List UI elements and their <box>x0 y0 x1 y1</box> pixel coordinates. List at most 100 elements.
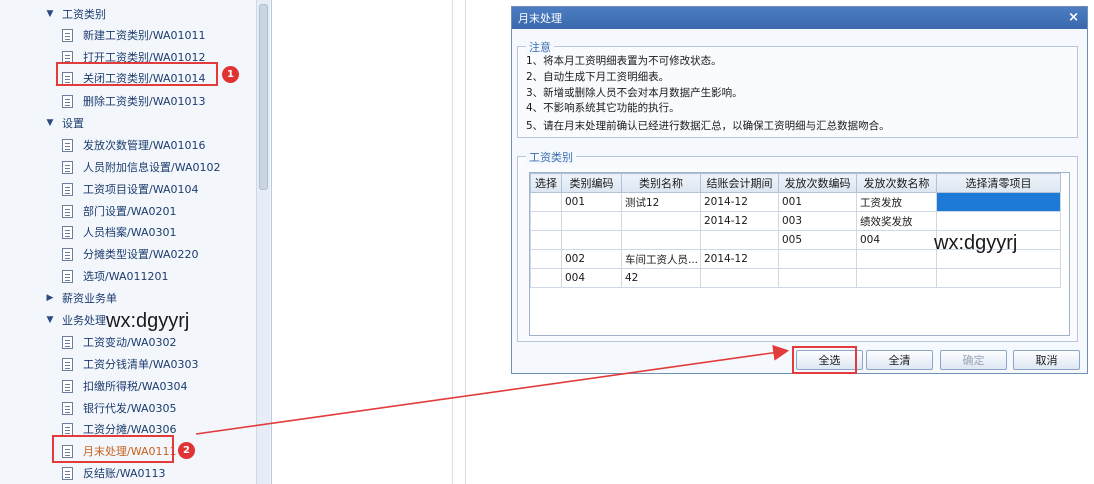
column-header[interactable]: 类别编码 <box>561 173 622 193</box>
document-icon <box>62 204 73 218</box>
tree-scrollbar[interactable] <box>256 0 270 484</box>
dialog-title: 月末处理 <box>518 12 562 25</box>
cancel-button[interactable]: 取消 <box>1013 350 1080 370</box>
column-header[interactable]: 结账会计期间 <box>700 173 779 193</box>
column-header[interactable]: 类别名称 <box>621 173 701 193</box>
close-icon[interactable]: × <box>1068 10 1079 25</box>
tree-item-new-category[interactable]: 新建工资类别/WA01011 <box>62 25 206 45</box>
tree-group-settings[interactable]: ▼ 设置 <box>44 113 84 133</box>
annotation-box-month-end <box>52 435 174 463</box>
document-icon <box>62 357 73 371</box>
select-cell[interactable] <box>530 230 562 250</box>
table-cell <box>700 268 779 288</box>
table-row[interactable]: 004 42 <box>530 268 1061 288</box>
table-cell <box>856 268 937 288</box>
table-cell: 42 <box>621 268 701 288</box>
table-cell <box>561 230 622 250</box>
tree-item-salary-money-list[interactable]: 工资分钱清单/WA0303 <box>62 354 199 374</box>
document-icon <box>62 269 73 283</box>
table-cell: 001 <box>561 192 622 212</box>
tree-group-salary-category[interactable]: ▼ 工资类别 <box>44 4 106 24</box>
table-cell: 002 <box>561 249 622 269</box>
annotation-badge-1: 1 <box>222 66 239 83</box>
document-icon <box>62 28 73 42</box>
table-cell: 测试12 <box>621 192 701 212</box>
column-header[interactable]: 发放次数名称 <box>856 173 937 193</box>
table-cell: 车间工资人员... <box>621 249 701 269</box>
tree-group-business[interactable]: ▼ 业务处理 <box>44 310 106 330</box>
pane-divider <box>465 0 466 484</box>
tree-item-delete-category[interactable]: 删除工资类别/WA01013 <box>62 91 206 111</box>
tree-item-income-tax[interactable]: 扣缴所得税/WA0304 <box>62 376 188 396</box>
table-cell: 004 <box>856 230 937 250</box>
note-line: 1、将本月工资明细表置为不可修改状态。 <box>526 55 722 67</box>
column-header[interactable]: 选择清零项目 <box>936 173 1061 193</box>
note-line: 4、不影响系统其它功能的执行。 <box>526 102 680 114</box>
category-legend: 工资类别 <box>526 149 576 165</box>
ok-button: 确定 <box>940 350 1007 370</box>
column-header[interactable]: 发放次数编码 <box>778 173 857 193</box>
tree-item-salary-change[interactable]: 工资变动/WA0302 <box>62 332 177 352</box>
annotation-box-select-all <box>792 346 857 374</box>
chevron-down-icon: ▼ <box>46 118 54 128</box>
dialog-title-bar[interactable]: 月末处理 <box>512 7 1087 29</box>
tree-item-department[interactable]: 部门设置/WA0201 <box>62 201 177 221</box>
tree-item-payment-times[interactable]: 发放次数管理/WA01016 <box>62 135 206 155</box>
tree-item-allocation-type[interactable]: 分摊类型设置/WA0220 <box>62 244 199 264</box>
annotation-badge-2: 2 <box>178 442 195 459</box>
document-icon <box>62 401 73 415</box>
document-icon <box>62 335 73 349</box>
document-icon <box>62 422 73 436</box>
clear-item-cell[interactable] <box>936 268 1061 288</box>
table-cell <box>621 211 701 231</box>
tree-item-person-archive[interactable]: 人员档案/WA0301 <box>62 222 177 242</box>
scrollbar-thumb[interactable] <box>259 4 268 190</box>
tree-item-options[interactable]: 选项/WA011201 <box>62 266 169 286</box>
clear-item-cell[interactable] <box>936 211 1061 231</box>
pane-divider <box>452 0 453 484</box>
table-cell <box>778 249 857 269</box>
table-row[interactable]: 001 测试12 2014-12 001 工资发放 <box>530 192 1061 212</box>
tree-item-person-extra-info[interactable]: 人员附加信息设置/WA0102 <box>62 157 221 177</box>
select-cell[interactable] <box>530 211 562 231</box>
clear-item-cell[interactable] <box>936 192 1061 212</box>
table-cell <box>700 230 779 250</box>
table-cell: 工资发放 <box>856 192 937 212</box>
document-icon <box>62 94 73 108</box>
document-icon <box>62 225 73 239</box>
chevron-down-icon: ▼ <box>46 315 54 325</box>
table-cell: 2014-12 <box>700 192 779 212</box>
tree-group-salary-docs[interactable]: ▶ 薪资业务单 <box>44 288 117 308</box>
table-cell: 004 <box>561 268 622 288</box>
clear-all-button[interactable]: 全清 <box>866 350 933 370</box>
table-header-row: 选择 类别编码 类别名称 结账会计期间 发放次数编码 发放次数名称 选择清零项目 <box>530 173 1061 193</box>
table-cell: 2014-12 <box>700 249 779 269</box>
table-cell: 2014-12 <box>700 211 779 231</box>
table-cell <box>856 249 937 269</box>
table-cell <box>621 230 701 250</box>
note-line: 3、新增或删除人员不会对本月数据产生影响。 <box>526 87 743 99</box>
watermark-right: wx:dgyyrj <box>934 232 1018 254</box>
table-cell <box>778 268 857 288</box>
table-cell <box>561 211 622 231</box>
tree-item-salary-items[interactable]: 工资项目设置/WA0104 <box>62 179 199 199</box>
column-header[interactable]: 选择 <box>530 173 562 193</box>
table-cell: 001 <box>778 192 857 212</box>
document-icon <box>62 379 73 393</box>
watermark-left: wx:dgyyrj <box>106 310 190 332</box>
table-cell: 003 <box>778 211 857 231</box>
category-table: 选择 类别编码 类别名称 结账会计期间 发放次数编码 发放次数名称 选择清零项目… <box>530 173 1061 288</box>
table-cell: 绩效奖发放 <box>856 211 937 231</box>
table-cell: 005 <box>778 230 857 250</box>
select-cell[interactable] <box>530 268 562 288</box>
document-icon <box>62 466 73 480</box>
tree-item-bank-payment[interactable]: 银行代发/WA0305 <box>62 398 177 418</box>
chevron-down-icon: ▼ <box>46 9 54 19</box>
table-row[interactable]: 2014-12 003 绩效奖发放 <box>530 211 1061 231</box>
select-cell[interactable] <box>530 249 562 269</box>
annotation-box-close-category <box>56 62 218 86</box>
notes-group: 注意 1、将本月工资明细表置为不可修改状态。 2、自动生成下月工资明细表。 3、… <box>517 39 1078 138</box>
document-icon <box>62 182 73 196</box>
tree-item-reverse-close[interactable]: 反结账/WA0113 <box>62 463 166 483</box>
select-cell[interactable] <box>530 192 562 212</box>
